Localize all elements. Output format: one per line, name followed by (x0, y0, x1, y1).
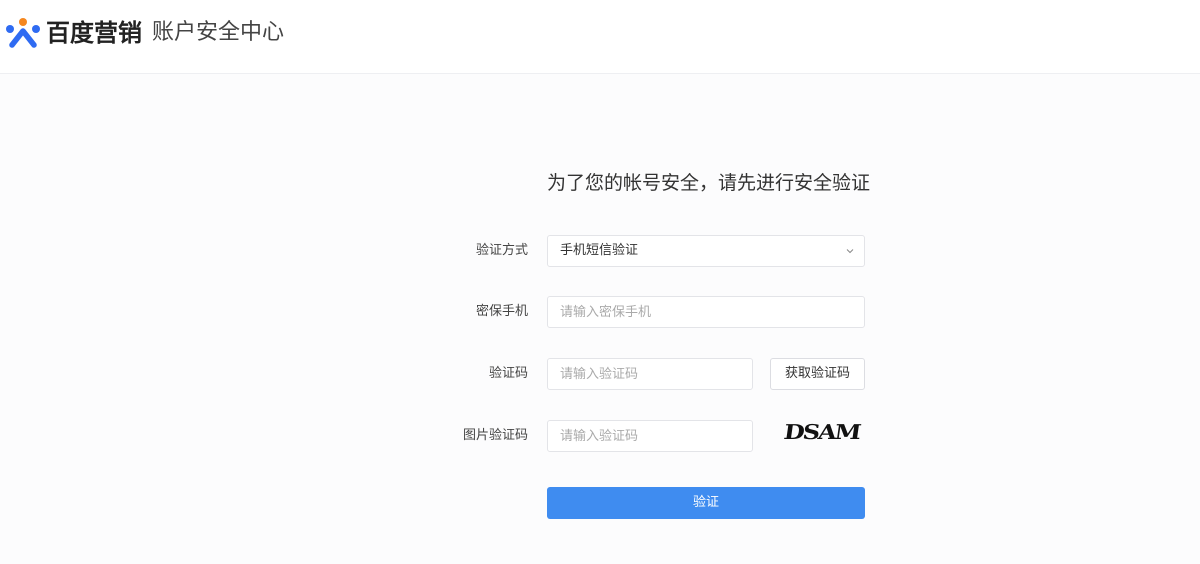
code-label: 验证码 (488, 366, 528, 381)
code-input[interactable] (547, 358, 753, 390)
image-code-label: 图片验证码 (462, 428, 528, 443)
get-code-button[interactable]: 获取验证码 (770, 358, 865, 390)
phone-label: 密保手机 (475, 304, 528, 319)
method-select[interactable]: 手机短信验证 (547, 235, 865, 267)
method-label: 验证方式 (475, 243, 528, 258)
baidu-marketing-logo-icon[interactable] (4, 16, 42, 48)
image-code-input[interactable] (547, 420, 753, 452)
page-title: 为了您的帐号安全，请先进行安全验证 (547, 172, 871, 194)
chevron-down-icon (846, 249, 854, 254)
brand-name[interactable]: 百度营销 (46, 18, 142, 48)
phone-input[interactable] (547, 296, 865, 328)
method-select-value: 手机短信验证 (560, 243, 639, 258)
captcha-image[interactable]: DSAM (782, 419, 861, 444)
header-subtitle: 账户安全中心 (152, 20, 285, 45)
verify-button[interactable]: 验证 (547, 487, 865, 519)
header: 百度营销 账户安全中心 (0, 0, 1200, 74)
